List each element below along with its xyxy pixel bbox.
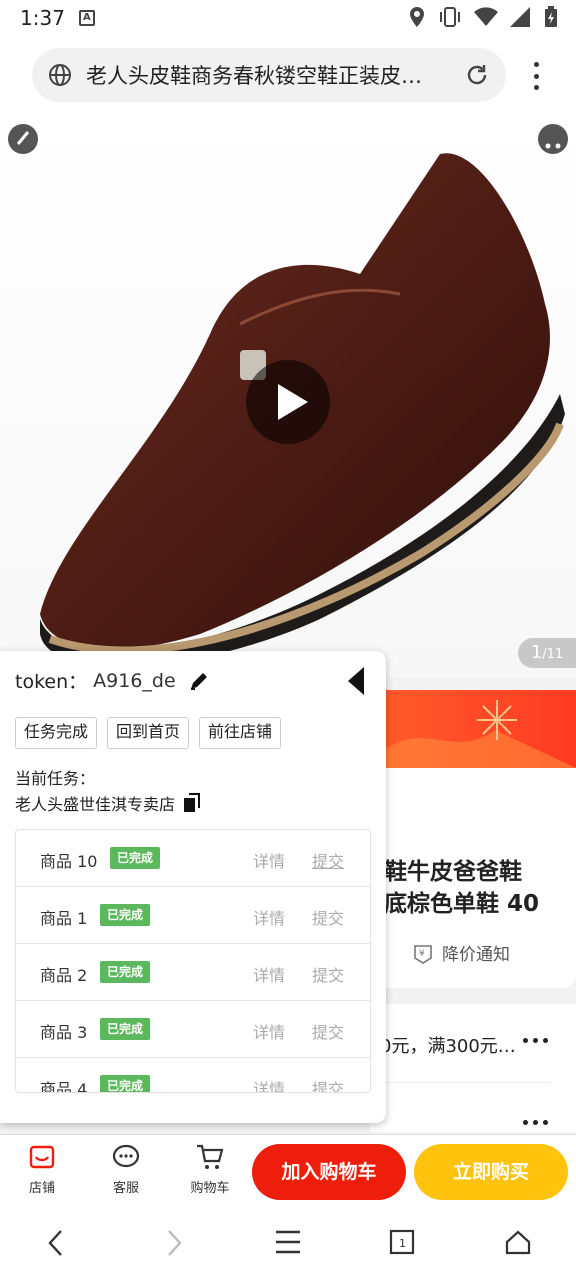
back-nav-icon[interactable] bbox=[46, 1228, 66, 1258]
submit-link[interactable]: 提交 bbox=[312, 1019, 344, 1043]
menu-nav-icon[interactable] bbox=[274, 1228, 302, 1256]
chat-icon bbox=[112, 1144, 140, 1168]
status-icons bbox=[408, 6, 558, 28]
more-dots-icon[interactable] bbox=[523, 1038, 548, 1043]
address-bar[interactable]: 老人头皮鞋商务春秋镂空鞋正装皮… bbox=[32, 48, 506, 102]
current-task-label: 当前任务： bbox=[15, 769, 96, 788]
submit-link[interactable]: 提交 bbox=[312, 962, 344, 986]
store-icon bbox=[29, 1145, 55, 1169]
edit-icon[interactable] bbox=[188, 670, 210, 692]
collapse-panel-icon[interactable] bbox=[348, 667, 364, 695]
list-item: 商品 2 已完成 详情 提交 bbox=[16, 944, 370, 1001]
detail-link[interactable]: 详情 bbox=[253, 1019, 285, 1043]
customer-service-tab[interactable]: 客服 bbox=[94, 1143, 158, 1196]
list-item: 商品 10 已完成 详情 提交 bbox=[16, 830, 370, 887]
list-item: 商品 3 已完成 详情 提交 bbox=[16, 1001, 370, 1058]
home-nav-icon[interactable] bbox=[504, 1228, 532, 1256]
image-counter: 1/11 bbox=[518, 638, 576, 668]
status-bar: 1:37 A bbox=[0, 0, 576, 36]
globe-icon bbox=[49, 64, 71, 86]
location-icon bbox=[410, 7, 424, 27]
detail-link[interactable]: 详情 bbox=[253, 962, 285, 986]
promo-banner[interactable] bbox=[385, 690, 576, 768]
token-row: token： A916_de bbox=[15, 667, 210, 694]
promotion-card[interactable]: 0元，满300元… bbox=[370, 1004, 576, 1132]
token-value: A916_de bbox=[93, 669, 176, 692]
system-navigation-bar: 1 bbox=[0, 1206, 576, 1280]
submit-link[interactable]: 提交 bbox=[312, 848, 344, 872]
go-to-store-button[interactable]: 前往店铺 bbox=[199, 717, 282, 749]
svg-text:¥: ¥ bbox=[419, 949, 425, 959]
firework-decoration bbox=[385, 700, 576, 768]
status-badge: 已完成 bbox=[100, 961, 151, 983]
detail-link[interactable]: 详情 bbox=[253, 848, 285, 872]
status-badge: 已完成 bbox=[100, 904, 151, 926]
price-alert-icon: ¥ bbox=[414, 944, 432, 964]
status-badge: 已完成 bbox=[110, 847, 161, 869]
copy-icon[interactable] bbox=[183, 793, 201, 813]
promotion-text: 0元，满300元… bbox=[380, 1036, 516, 1057]
play-video-button[interactable] bbox=[246, 360, 330, 444]
token-label: token： bbox=[15, 671, 88, 693]
price-alert-button[interactable]: ¥ 降价通知 bbox=[412, 940, 510, 965]
detail-link[interactable]: 详情 bbox=[253, 1076, 285, 1092]
app-notification-icon: A bbox=[78, 10, 95, 26]
signal-icon bbox=[510, 7, 530, 27]
product-title: 鞋牛皮爸爸鞋 底棕色单鞋 40 bbox=[384, 859, 540, 917]
vibrate-icon bbox=[440, 7, 460, 27]
back-home-button[interactable]: 回到首页 bbox=[107, 717, 190, 749]
product-info-card: 鞋牛皮爸爸鞋 底棕色单鞋 40 ¥ 降价通知 bbox=[370, 768, 576, 988]
list-item: 商品 4 已完成 详情 提交 bbox=[16, 1058, 370, 1092]
status-badge: 已完成 bbox=[100, 1075, 151, 1092]
detail-link[interactable]: 详情 bbox=[253, 905, 285, 929]
cart-tab[interactable]: 购物车 bbox=[178, 1143, 242, 1196]
tabs-nav-icon[interactable]: 1 bbox=[388, 1228, 416, 1256]
more-options-icon[interactable] bbox=[526, 62, 546, 90]
forward-nav-icon[interactable] bbox=[164, 1228, 184, 1258]
task-overlay-panel: token： A916_de 任务完成 回到首页 前往店铺 当前任务： 老人头盛… bbox=[0, 651, 386, 1123]
overlay-actions: 任务完成 回到首页 前往店铺 bbox=[15, 717, 282, 749]
add-to-cart-button[interactable]: 加入购物车 bbox=[252, 1144, 406, 1200]
current-task-name: 老人头盛世佳淇专卖店 bbox=[15, 791, 201, 815]
product-image-gallery[interactable] bbox=[0, 114, 576, 678]
submit-link[interactable]: 提交 bbox=[312, 905, 344, 929]
submit-link[interactable]: 提交 bbox=[312, 1076, 344, 1092]
url-title: 老人头皮鞋商务春秋镂空鞋正装皮… bbox=[86, 64, 422, 88]
buy-now-button[interactable]: 立即购买 bbox=[414, 1144, 568, 1200]
list-item: 商品 1 已完成 详情 提交 bbox=[16, 887, 370, 944]
store-tab[interactable]: 店铺 bbox=[10, 1143, 74, 1196]
reload-icon[interactable] bbox=[464, 62, 490, 88]
browser-toolbar: 老人头皮鞋商务春秋镂空鞋正装皮… bbox=[0, 36, 576, 114]
status-badge: 已完成 bbox=[100, 1018, 151, 1040]
wifi-icon bbox=[474, 7, 498, 27]
battery-icon bbox=[545, 6, 557, 27]
status-time: 1:37 bbox=[20, 6, 65, 30]
more-dots-icon-2[interactable] bbox=[523, 1120, 548, 1125]
bottom-action-bar: 店铺 客服 购物车 加入购物车 立即购买 bbox=[0, 1134, 576, 1206]
cart-icon bbox=[197, 1144, 224, 1169]
task-complete-button[interactable]: 任务完成 bbox=[15, 717, 98, 749]
task-item-list[interactable]: 商品 10 已完成 详情 提交 商品 1 已完成 详情 提交 商品 2 已完成 … bbox=[15, 829, 371, 1093]
svg-text:1: 1 bbox=[399, 1237, 406, 1250]
